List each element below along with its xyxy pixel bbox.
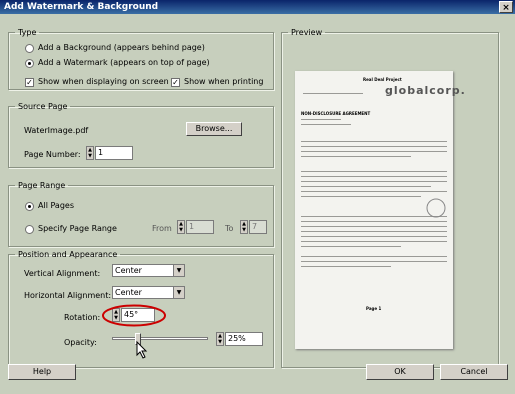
- page-number-spinner[interactable]: ▲ ▼: [86, 146, 94, 160]
- horizontal-alignment-label: Horizontal Alignment:: [24, 291, 112, 300]
- preview-text-line: [301, 124, 351, 125]
- add-watermark-label: Add a Watermark (appears on top of page): [38, 58, 210, 67]
- show-on-screen-checkbox[interactable]: ✓: [25, 78, 34, 87]
- preview-text-line: [301, 196, 421, 197]
- vertical-alignment-value: Center: [115, 266, 142, 275]
- type-legend: Type: [18, 28, 37, 37]
- show-on-screen-label: Show when displaying on screen: [38, 77, 169, 86]
- preview-text-line: [301, 256, 447, 257]
- preview-text-line: [301, 156, 411, 157]
- preview-text-line: [301, 171, 447, 172]
- preview-text-line: [301, 226, 447, 227]
- preview-text-line: [301, 236, 447, 237]
- mouse-cursor-icon: [136, 341, 148, 359]
- cancel-button[interactable]: Cancel: [440, 364, 508, 380]
- close-button[interactable]: ×: [499, 1, 513, 13]
- preview-text-line: [301, 186, 431, 187]
- preview-logo: globalcorp.: [385, 84, 466, 97]
- add-background-radio[interactable]: [25, 44, 34, 53]
- add-background-label: Add a Background (appears behind page): [38, 43, 205, 52]
- page-number-label: Page Number:: [24, 150, 81, 159]
- from-label: From: [152, 224, 172, 233]
- preview-text-line: [301, 146, 447, 147]
- preview-doc-header: Real Deal Project: [363, 77, 402, 82]
- source-filename: WaterImage.pdf: [24, 126, 89, 135]
- dialog-body: Type Add a Background (appears behind pa…: [0, 14, 515, 394]
- opacity-slider-track[interactable]: [112, 333, 208, 345]
- preview-doc-heading: NON-DISCLOSURE AGREEMENT: [301, 111, 371, 116]
- help-button[interactable]: Help: [8, 364, 76, 380]
- preview-rule: [303, 93, 363, 94]
- preview-stamp: [426, 198, 446, 218]
- chevron-down-icon[interactable]: ▼: [173, 265, 184, 276]
- page-range-legend: Page Range: [18, 181, 66, 190]
- vertical-alignment-select[interactable]: Center ▼: [112, 264, 185, 277]
- specify-range-label: Specify Page Range: [38, 224, 117, 233]
- source-page-legend: Source Page: [18, 102, 68, 111]
- preview-text-line: [301, 231, 447, 232]
- ok-button[interactable]: OK: [366, 364, 434, 380]
- add-watermark-radio[interactable]: [25, 59, 34, 68]
- show-printing-checkbox[interactable]: ✓: [171, 78, 180, 87]
- show-printing-label: Show when printing: [184, 77, 264, 86]
- preview-text-line: [301, 181, 447, 182]
- rotation-label: Rotation:: [64, 313, 101, 322]
- position-appearance-legend: Position and Appearance: [18, 250, 118, 259]
- to-label: To: [225, 224, 234, 233]
- opacity-label: Opacity:: [64, 338, 97, 347]
- highlight-ellipse: [102, 304, 166, 327]
- preview-text-line: [301, 191, 447, 192]
- preview-text-line: [301, 141, 447, 142]
- page-range-group: Page Range: [8, 181, 274, 247]
- preview-text-line: [301, 261, 447, 262]
- title-bar: Add Watermark & Background ×: [0, 0, 515, 14]
- opacity-spinner[interactable]: ▲ ▼: [216, 332, 224, 346]
- preview-text-line: [301, 246, 401, 247]
- preview-text-line: [301, 221, 447, 222]
- preview-text-line: [301, 241, 447, 242]
- all-pages-label: All Pages: [38, 201, 74, 210]
- all-pages-radio[interactable]: [25, 202, 34, 211]
- preview-footer: Page 1: [366, 306, 382, 311]
- horizontal-alignment-value: Center: [115, 288, 142, 297]
- window-title: Add Watermark & Background: [4, 2, 159, 12]
- preview-text-line: [301, 176, 447, 177]
- from-input[interactable]: 1: [186, 220, 214, 234]
- horizontal-alignment-select[interactable]: Center ▼: [112, 286, 185, 299]
- vertical-alignment-label: Vertical Alignment:: [24, 269, 101, 278]
- to-input[interactable]: 7: [249, 220, 267, 234]
- preview-legend: Preview: [291, 28, 323, 37]
- preview-text-line: [301, 151, 447, 152]
- preview-text-line: [301, 119, 341, 120]
- preview-text-line: [301, 266, 391, 267]
- chevron-down-icon[interactable]: ▼: [173, 287, 184, 298]
- from-spinner[interactable]: ▲ ▼: [177, 220, 185, 234]
- preview-page: Real Deal Project globalcorp. NON-DISCLO…: [295, 71, 465, 349]
- specify-range-radio[interactable]: [25, 225, 34, 234]
- page-number-input[interactable]: 1: [95, 146, 133, 160]
- browse-button[interactable]: Browse...: [186, 122, 242, 136]
- to-spinner[interactable]: ▲ ▼: [240, 220, 248, 234]
- opacity-input[interactable]: 25%: [225, 332, 263, 346]
